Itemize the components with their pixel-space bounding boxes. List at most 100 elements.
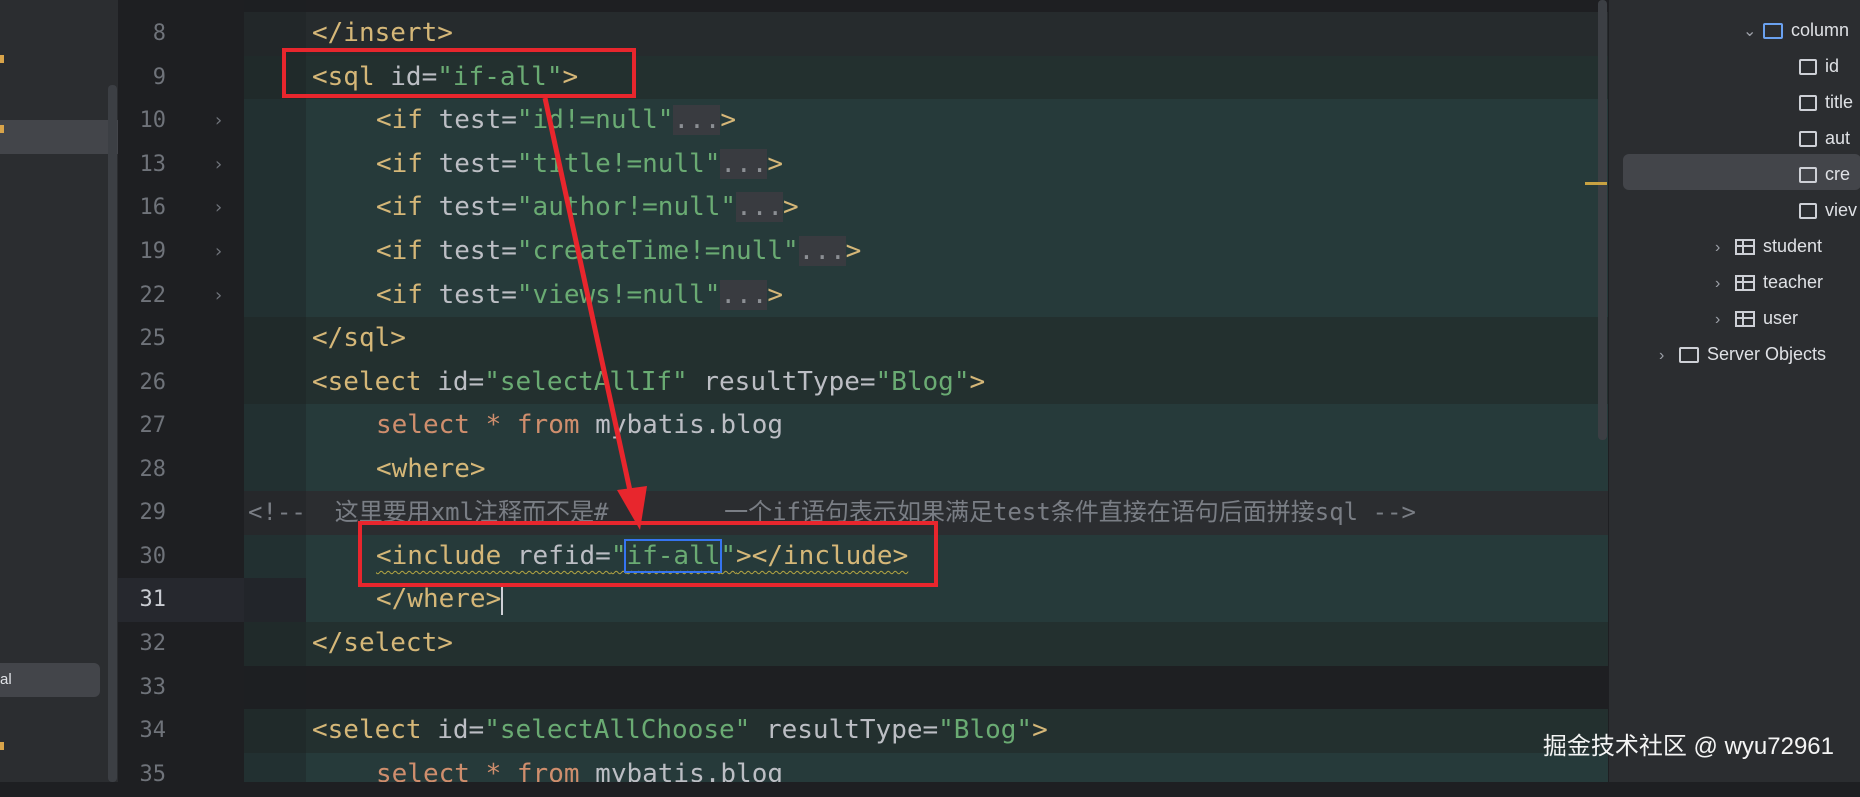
tag-token: >	[720, 105, 737, 135]
attr-token: test=	[438, 280, 517, 310]
text-token: mybatis.blog	[579, 410, 784, 440]
line-number: 22	[139, 283, 167, 308]
fold-chevron-icon[interactable]: ›	[213, 143, 224, 187]
folder-icon	[1763, 23, 1783, 40]
scope-band	[244, 317, 1608, 361]
line-number: 29	[139, 500, 167, 525]
editor-scrollbar[interactable]	[1598, 0, 1607, 440]
fold-chevron-icon[interactable]: ›	[213, 99, 224, 143]
code-line-28: <where>	[376, 448, 486, 492]
folded-region[interactable]: ...	[720, 149, 768, 179]
attr-token: test=	[438, 192, 517, 222]
annotation-box-sql-id	[282, 48, 636, 98]
column-icon	[1799, 131, 1817, 148]
tag-token: </select>	[312, 628, 453, 658]
folded-region[interactable]: ...	[798, 236, 846, 266]
code-line-19: <if test="createTime!=null"...>	[376, 230, 861, 274]
server-objects-icon	[1679, 347, 1699, 364]
project-scrollbar[interactable]	[108, 85, 117, 782]
line-number: 19	[139, 239, 167, 264]
tag-token: <select	[312, 715, 438, 745]
code-line-25: </sql>	[312, 317, 406, 361]
string-token: "views!=null"	[516, 280, 721, 310]
fold-chevron-icon[interactable]: ›	[213, 274, 224, 318]
tree-column[interactable]: viev	[1799, 192, 1857, 228]
line-number: 26	[139, 370, 167, 395]
attr-token: test=	[438, 149, 517, 179]
line-number: 30	[139, 544, 167, 569]
project-panel: al	[0, 0, 118, 782]
tag-token: <if	[376, 149, 439, 179]
attr-token: id=	[437, 715, 485, 745]
tag-token: >	[767, 149, 784, 179]
text-token: mybatis.blog	[579, 759, 784, 782]
table-icon	[1735, 311, 1755, 328]
table-icon	[1735, 239, 1755, 256]
attr-token: resultType=	[750, 715, 939, 745]
folded-region[interactable]: ...	[673, 105, 721, 135]
code-line-35: select * from mybatis.blog	[376, 753, 783, 782]
tag-token: >	[783, 192, 799, 222]
chevron-right-icon[interactable]: ›	[1659, 338, 1679, 374]
attr-token: test=	[438, 236, 517, 266]
line-number: 27	[139, 413, 167, 438]
line-gutter: 8 9 10 › 13 › 16 › 19 › 22 › 25 26 27 28…	[118, 0, 244, 787]
tree-label: user	[1763, 308, 1799, 328]
tag-token: >	[845, 236, 862, 266]
tree-column-selected[interactable]: cre	[1799, 156, 1850, 192]
line-number: 16	[139, 195, 167, 220]
tree-column[interactable]: title	[1799, 84, 1853, 120]
keyword-token: from	[516, 410, 580, 440]
tag-token: <if	[376, 280, 439, 310]
string-token: "Blog"	[875, 367, 970, 397]
indent-guide	[244, 0, 306, 782]
fold-chevron-icon[interactable]: ›	[213, 230, 224, 274]
chevron-right-icon[interactable]: ›	[1715, 266, 1735, 302]
error-stripe-marker[interactable]	[1585, 182, 1607, 185]
chevron-right-icon[interactable]: ›	[1715, 302, 1735, 338]
line-number: 33	[139, 675, 167, 700]
column-icon	[1799, 59, 1817, 76]
tree-table-student[interactable]: › student	[1715, 228, 1822, 264]
tree-label: teacher	[1763, 272, 1824, 292]
code-line-34: <select id="selectAllChoose" resultType=…	[312, 709, 1048, 753]
tag-token: >	[969, 367, 986, 397]
tag-token: <if	[376, 105, 439, 135]
tree-label: title	[1825, 92, 1854, 112]
string-token: "createTime!=null"	[516, 236, 799, 266]
annotation-box-include	[358, 521, 938, 587]
string-token: "selectAllChoose"	[484, 715, 751, 745]
tree-table-teacher[interactable]: › teacher	[1715, 264, 1823, 300]
tag-token: <where>	[376, 454, 486, 484]
tag-token: </insert>	[312, 18, 453, 48]
string-token: "title!=null"	[516, 149, 721, 179]
operator-token: *	[469, 410, 517, 440]
tag-token: >	[1032, 715, 1048, 745]
code-line-22: <if test="views!=null"...>	[376, 274, 783, 318]
line-number: 9	[152, 65, 166, 90]
tree-column[interactable]: aut	[1799, 120, 1850, 156]
tag-token: </sql>	[312, 323, 406, 353]
tree-folder-columns[interactable]: ⌄ column	[1743, 12, 1849, 48]
folded-region[interactable]: ...	[736, 192, 784, 222]
tree-column[interactable]: id	[1799, 48, 1839, 84]
tree-label: cre	[1825, 164, 1851, 184]
project-tree-item[interactable]: al	[0, 663, 100, 697]
string-token: "selectAllIf"	[484, 367, 688, 397]
attr-token: resultType=	[687, 367, 876, 397]
line-number: 8	[152, 21, 166, 46]
chevron-down-icon[interactable]: ⌄	[1743, 14, 1763, 50]
string-token: "author!=null"	[516, 192, 737, 222]
code-editor[interactable]: </insert> <sql id="if-all"> <if test="id…	[244, 0, 1608, 782]
tree-label: student	[1763, 236, 1823, 256]
fold-chevron-icon[interactable]: ›	[213, 186, 224, 230]
chevron-right-icon[interactable]: ›	[1715, 230, 1735, 266]
tag-token: <select	[312, 367, 438, 397]
database-panel: ⌄ column id title aut cre viev › student ›…	[1608, 0, 1860, 782]
tree-label: viev	[1825, 200, 1858, 220]
folded-region[interactable]: ...	[720, 280, 768, 310]
code-line-10: <if test="id!=null"...>	[376, 99, 736, 143]
tree-table-user[interactable]: › user	[1715, 300, 1798, 336]
tree-server-objects[interactable]: › Server Objects	[1659, 336, 1826, 372]
selected-tree-row[interactable]	[0, 120, 118, 154]
